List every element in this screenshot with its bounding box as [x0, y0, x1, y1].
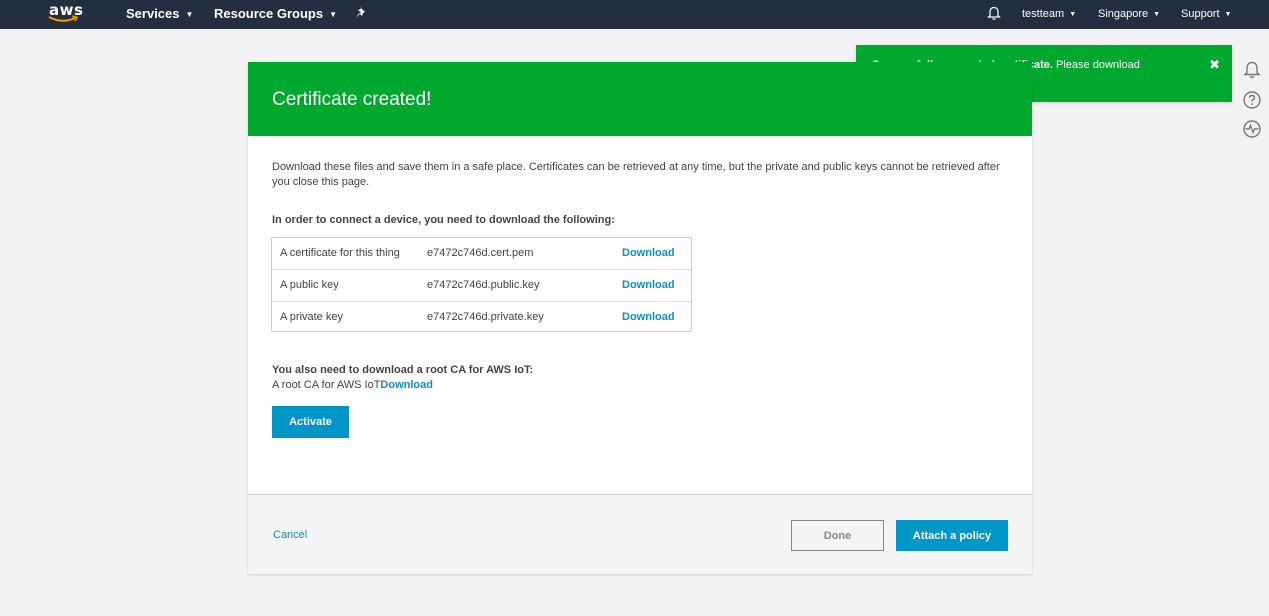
account-label: testteam — [1022, 8, 1065, 20]
aws-smile-icon — [48, 15, 79, 22]
panel-header: Certificate created! — [248, 62, 1032, 136]
file-label: A private key — [280, 311, 343, 323]
file-name: e7472c746d.private.key — [427, 311, 544, 323]
aws-logo[interactable]: aws — [47, 1, 87, 25]
help-icon[interactable] — [1242, 90, 1262, 110]
support-menu[interactable]: Support ▼ — [1181, 8, 1231, 20]
attach-policy-button[interactable]: Attach a policy — [896, 520, 1008, 551]
bell-icon[interactable] — [987, 6, 1001, 26]
file-name: e7472c746d.public.key — [427, 279, 540, 291]
support-label: Support — [1181, 8, 1220, 20]
root-ca-line: A root CA for AWS IoTDownload — [272, 379, 433, 391]
top-navigation-bar: aws Services ▼ Resource Groups ▼ testteam ▼… — [0, 0, 1269, 29]
download-private-key-link[interactable]: Download — [622, 311, 675, 323]
download-root-ca-link[interactable]: Download — [380, 379, 433, 391]
resource-groups-label: Resource Groups — [214, 6, 324, 21]
account-menu[interactable]: testteam ▼ — [1022, 8, 1076, 20]
certificate-created-panel: Certificate created! Download these file… — [248, 62, 1032, 574]
services-menu[interactable]: Services ▼ — [126, 6, 193, 21]
download-certificate-link[interactable]: Download — [622, 247, 675, 259]
region-label: Singapore — [1098, 8, 1149, 20]
download-requirements-heading: In order to connect a device, you need t… — [272, 214, 615, 226]
chevron-down-icon: ▼ — [185, 10, 194, 19]
health-icon[interactable] — [1242, 119, 1262, 139]
cancel-link[interactable]: Cancel — [273, 529, 307, 541]
close-icon[interactable]: ✖ — [1209, 56, 1220, 73]
pin-icon[interactable] — [355, 6, 369, 25]
root-ca-heading: You also need to download a root CA for … — [272, 364, 534, 376]
file-label: A public key — [280, 279, 339, 291]
done-button[interactable]: Done — [791, 520, 884, 551]
region-menu[interactable]: Singapore ▼ — [1098, 8, 1160, 20]
resource-groups-menu[interactable]: Resource Groups ▼ — [214, 6, 337, 21]
chevron-down-icon: ▼ — [1069, 11, 1077, 18]
page-title: Certificate created! — [272, 89, 432, 110]
downloads-table: A certificate for this thing e7472c746d.… — [271, 237, 692, 332]
file-label: A certificate for this thing — [280, 247, 400, 259]
chevron-down-icon: ▼ — [1153, 11, 1161, 18]
table-row: A certificate for this thing e7472c746d.… — [272, 238, 691, 270]
table-row: A public key e7472c746d.public.key Downl… — [272, 269, 691, 301]
chevron-down-icon: ▼ — [1224, 11, 1232, 18]
root-ca-label: A root CA for AWS IoT — [272, 379, 381, 391]
chevron-down-icon: ▼ — [329, 10, 338, 19]
file-name: e7472c746d.cert.pem — [427, 247, 534, 259]
panel-footer: Cancel Done Attach a policy — [248, 494, 1032, 574]
services-label: Services — [126, 6, 180, 21]
activate-button[interactable]: Activate — [272, 406, 349, 438]
intro-text: Download these files and save them in a … — [272, 161, 1000, 188]
notifications-bell-icon[interactable] — [1242, 60, 1262, 80]
download-public-key-link[interactable]: Download — [622, 279, 675, 291]
table-row: A private key e7472c746d.private.key Dow… — [272, 301, 691, 333]
